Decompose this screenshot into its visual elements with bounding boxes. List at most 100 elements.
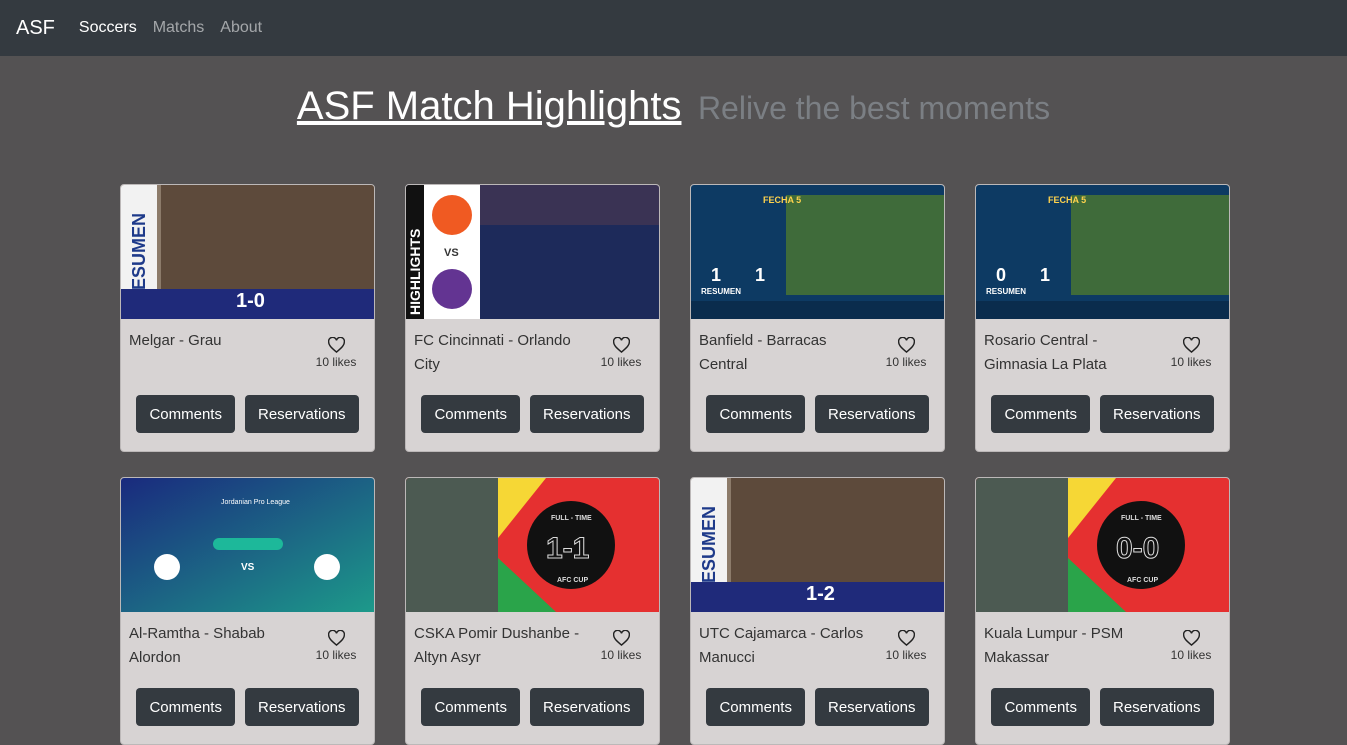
match-title: CSKA Pomir Dushanbe - Altyn Asyr	[414, 625, 580, 666]
nav-link-matchs[interactable]: Matchs	[153, 19, 205, 37]
match-thumbnail[interactable]: FULL - TIME 0-0 AFC CUP	[976, 478, 1229, 612]
page-subtitle: Relive the best moments	[697, 90, 1051, 126]
comments-button[interactable]: Comments	[706, 395, 805, 433]
heart-icon[interactable]	[306, 630, 366, 646]
comments-button[interactable]: Comments	[991, 688, 1090, 726]
comments-button[interactable]: Comments	[706, 688, 805, 726]
card-info: FC Cincinnati - Orlando City 10 likes	[406, 319, 659, 385]
match-grid: RESUMEN 1-0 Melgar - Grau 10 likes Comments R…	[120, 184, 1230, 745]
heart-icon[interactable]	[1161, 337, 1221, 353]
match-thumbnail[interactable]: FULL - TIME 1-1 AFC CUP	[406, 478, 659, 612]
thumbnail-text: HIGHLIGHTS	[407, 229, 423, 315]
heart-icon[interactable]	[306, 337, 366, 353]
thumbnail-text: Jordanian Pro League	[221, 499, 290, 506]
match-title: Kuala Lumpur - PSM Makassar	[984, 625, 1124, 666]
thumbnail-text: 1	[1040, 265, 1050, 285]
brand-logo[interactable]: ASF	[16, 17, 55, 40]
thumbnail-text: FULL - TIME	[1121, 515, 1162, 522]
match-thumbnail[interactable]: RESUMEN 1-2	[691, 478, 944, 612]
reservations-button[interactable]: Reservations	[244, 395, 359, 433]
thumbnail-text: 1	[711, 265, 721, 285]
thumbnail-text: AFC CUP	[1127, 577, 1158, 584]
match-card: Jordanian Pro League VS Al-Ramtha - Shabab…	[120, 477, 375, 745]
match-card: FULL - TIME 0-0 AFC CUP Kuala Lumpur - PSM …	[975, 477, 1230, 745]
card-actions: Comments Reservations	[406, 688, 659, 726]
likes-count: 10 likes	[1170, 355, 1212, 369]
thumbnail-text: 1	[755, 265, 765, 285]
likes-count: 10 likes	[600, 355, 642, 369]
thumbnail-text: FECHA 5	[1048, 195, 1086, 205]
card-actions: Comments Reservations	[121, 395, 374, 433]
reservations-button[interactable]: Reservations	[529, 395, 644, 433]
match-title: Banfield - Barracas Central	[699, 332, 827, 373]
comments-button[interactable]: Comments	[421, 688, 520, 726]
thumbnail-text: FECHA 5	[763, 195, 801, 205]
thumbnail-text: RESUMEN	[986, 287, 1026, 296]
nav-link-soccers[interactable]: Soccers	[79, 19, 137, 37]
page-title: ASF Match Highlights	[296, 84, 682, 128]
like-control[interactable]: 10 likes	[1161, 622, 1221, 678]
nav-link-about[interactable]: About	[220, 19, 262, 37]
thumbnail-text: 1-2	[806, 583, 835, 605]
like-control[interactable]: 10 likes	[1161, 329, 1221, 385]
comments-button[interactable]: Comments	[136, 688, 235, 726]
match-thumbnail[interactable]: FECHA 5 1 1 RESUMEN	[691, 185, 944, 319]
card-actions: Comments Reservations	[976, 688, 1229, 726]
likes-count: 10 likes	[600, 648, 642, 662]
card-info: UTC Cajamarca - Carlos Manucci 10 likes	[691, 612, 944, 678]
like-control[interactable]: 10 likes	[591, 329, 651, 385]
match-card: RESUMEN 1-2 UTC Cajamarca - Carlos Manucci…	[690, 477, 945, 745]
likes-count: 10 likes	[885, 355, 927, 369]
like-control[interactable]: 10 likes	[306, 329, 366, 385]
match-thumbnail[interactable]: FECHA 5 0 1 RESUMEN	[976, 185, 1229, 319]
match-card: FULL - TIME 1-1 AFC CUP CSKA Pomir Dushanbe…	[405, 477, 660, 745]
card-info: Kuala Lumpur - PSM Makassar 10 likes	[976, 612, 1229, 678]
match-card: FECHA 5 0 1 RESUMEN Rosario Central - Gimnas…	[975, 184, 1230, 452]
card-actions: Comments Reservations	[691, 395, 944, 433]
card-actions: Comments Reservations	[406, 395, 659, 433]
thumbnail-text: RESUMEN	[701, 287, 741, 296]
heart-icon[interactable]	[591, 630, 651, 646]
like-control[interactable]: 10 likes	[876, 622, 936, 678]
match-title: FC Cincinnati - Orlando City	[414, 332, 571, 373]
reservations-button[interactable]: Reservations	[1099, 688, 1214, 726]
match-card: RESUMEN 1-0 Melgar - Grau 10 likes Comments R…	[120, 184, 375, 452]
card-info: Melgar - Grau 10 likes	[121, 319, 374, 385]
heart-icon[interactable]	[876, 630, 936, 646]
comments-button[interactable]: Comments	[421, 395, 520, 433]
reservations-button[interactable]: Reservations	[529, 688, 644, 726]
thumbnail-text: VS	[444, 247, 459, 259]
likes-count: 10 likes	[315, 648, 357, 662]
match-title: Melgar - Grau	[129, 332, 222, 349]
match-title: Al-Ramtha - Shabab Alordon	[129, 625, 265, 666]
reservations-button[interactable]: Reservations	[814, 688, 929, 726]
match-card: FECHA 5 1 1 RESUMEN Banfield - Barracas Cent…	[690, 184, 945, 452]
match-title: UTC Cajamarca - Carlos Manucci	[699, 625, 864, 666]
comments-button[interactable]: Comments	[991, 395, 1090, 433]
card-info: Rosario Central - Gimnasia La Plata 10 li…	[976, 319, 1229, 385]
heart-icon[interactable]	[591, 337, 651, 353]
card-actions: Comments Reservations	[121, 688, 374, 726]
card-info: Al-Ramtha - Shabab Alordon 10 likes	[121, 612, 374, 678]
thumbnail-text: 0	[996, 265, 1006, 285]
hero-header: ASF Match Highlights Relive the best mom…	[0, 84, 1347, 184]
match-thumbnail[interactable]: HIGHLIGHTS VS	[406, 185, 659, 319]
thumbnail-text: AFC CUP	[557, 577, 588, 584]
match-thumbnail[interactable]: Jordanian Pro League VS	[121, 478, 374, 612]
match-title: Rosario Central - Gimnasia La Plata	[984, 332, 1107, 373]
thumbnail-text: 1-1	[546, 532, 589, 565]
match-thumbnail[interactable]: RESUMEN 1-0	[121, 185, 374, 319]
reservations-button[interactable]: Reservations	[244, 688, 359, 726]
likes-count: 10 likes	[315, 355, 357, 369]
heart-icon[interactable]	[876, 337, 936, 353]
reservations-button[interactable]: Reservations	[1099, 395, 1214, 433]
like-control[interactable]: 10 likes	[591, 622, 651, 678]
like-control[interactable]: 10 likes	[306, 622, 366, 678]
reservations-button[interactable]: Reservations	[814, 395, 929, 433]
comments-button[interactable]: Comments	[136, 395, 235, 433]
top-navbar: ASF Soccers Matchs About	[0, 0, 1347, 56]
like-control[interactable]: 10 likes	[876, 329, 936, 385]
heart-icon[interactable]	[1161, 630, 1221, 646]
likes-count: 10 likes	[885, 648, 927, 662]
card-actions: Comments Reservations	[976, 395, 1229, 433]
